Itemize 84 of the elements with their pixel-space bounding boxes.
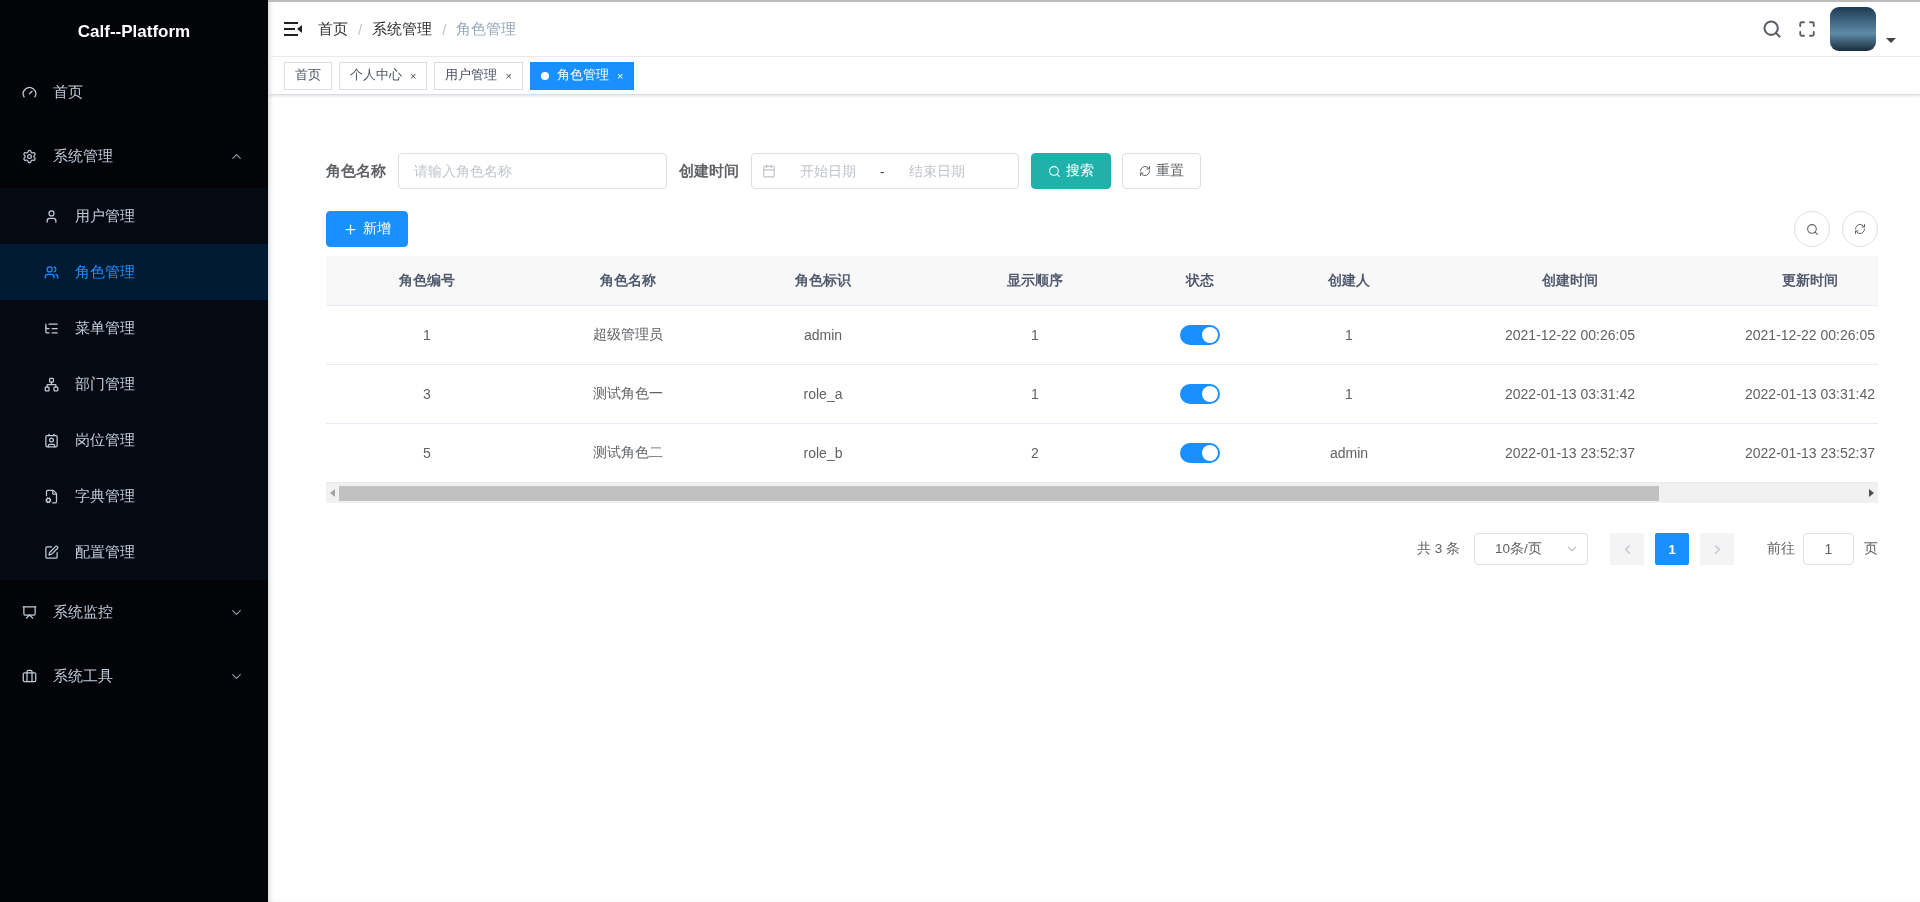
table-cell: 1 [1248, 365, 1450, 424]
active-dot-icon [540, 71, 549, 80]
table-cell: 2022-01-13 03:31:42 [1690, 365, 1878, 424]
breadcrumb-item: 角色管理 [456, 19, 517, 39]
sidebar-subitem[interactable]: 角色管理 [0, 244, 268, 300]
search-icon[interactable] [1762, 19, 1782, 39]
fullscreen-icon[interactable] [1798, 20, 1816, 38]
sidebar-item-icon [44, 432, 59, 448]
menu-icon[interactable] [284, 21, 302, 37]
field-label: 创建时间 [679, 161, 739, 181]
sidebar-item-icon [44, 544, 59, 560]
range-separator: - [880, 163, 885, 179]
search-icon [1048, 164, 1061, 178]
field-label: 角色名称 [326, 161, 386, 181]
refresh-icon [1854, 223, 1866, 235]
sidebar-item-icon [44, 376, 59, 392]
refresh-button[interactable] [1842, 211, 1878, 247]
calendar-icon [762, 164, 776, 178]
sidebar-subitem[interactable]: 菜单管理 [0, 300, 268, 356]
status-switch[interactable] [1180, 325, 1220, 345]
column-header: 状态 [1152, 256, 1248, 306]
column-header: 创建时间 [1450, 256, 1690, 306]
breadcrumb-separator: / [442, 20, 447, 38]
sidebar-item-icon [44, 208, 59, 224]
sidebar-item-icon [44, 264, 59, 280]
page-suffix: 页 [1864, 540, 1878, 558]
horizontal-scrollbar[interactable] [326, 483, 1878, 503]
table-cell: 测试角色一 [528, 365, 728, 424]
sidebar-item-icon [22, 84, 37, 100]
table-cell: 1 [918, 306, 1152, 365]
tab[interactable]: 用户管理 × [434, 61, 523, 90]
sidebar-item[interactable]: 系统工具 [0, 644, 268, 708]
table-cell: 1 [1248, 306, 1450, 365]
breadcrumb-separator: / [358, 20, 363, 38]
table-cell: 超级管理员 [528, 306, 728, 365]
role-name-input[interactable]: 请输入角色名称 [398, 153, 667, 189]
column-header: 角色标识 [728, 256, 918, 306]
reset-button[interactable]: 重置 [1122, 153, 1201, 189]
search-toggle-button[interactable] [1794, 211, 1830, 247]
breadcrumb-item[interactable]: 首页 [318, 19, 348, 39]
goto-label: 前往 [1767, 540, 1795, 558]
status-switch[interactable] [1180, 384, 1220, 404]
plus-icon [343, 221, 358, 237]
sidebar-item-icon [22, 604, 37, 620]
column-header: 显示顺序 [918, 256, 1152, 306]
avatar-image-placeholder[interactable] [1830, 7, 1876, 51]
page-size-select[interactable]: 10条/页 [1474, 533, 1588, 565]
column-header: 更新时间 [1690, 256, 1878, 306]
close-icon[interactable]: × [505, 69, 512, 82]
status-switch[interactable] [1180, 443, 1220, 463]
sidebar-subitem[interactable]: 字典管理 [0, 468, 268, 524]
sidebar-item-icon [44, 320, 59, 336]
column-header: 角色编号 [326, 256, 528, 306]
table-cell: admin [728, 306, 918, 365]
table-cell: 1 [918, 365, 1152, 424]
sidebar-subitem[interactable]: 配置管理 [0, 524, 268, 580]
refresh-icon [1139, 165, 1151, 177]
tab[interactable]: 个人中心 × [339, 61, 428, 90]
date-range-input[interactable]: 开始日期 - 结束日期 [751, 153, 1019, 189]
column-header: 创建人 [1248, 256, 1450, 306]
sidebar-item-icon [22, 148, 37, 164]
breadcrumb-item[interactable]: 系统管理 [372, 19, 433, 39]
sidebar-item-icon [22, 668, 37, 684]
sidebar-subitem[interactable]: 部门管理 [0, 356, 268, 412]
table-cell: 2021-12-22 00:26:05 [1450, 306, 1690, 365]
total-count: 共 3 条 [1417, 540, 1460, 558]
table-cell: 2022-01-13 03:31:42 [1450, 365, 1690, 424]
close-icon[interactable]: × [410, 69, 417, 82]
table-cell: 2021-12-22 00:26:05 [1690, 306, 1878, 365]
tab[interactable]: 首页 [284, 61, 332, 90]
search-icon [1805, 222, 1819, 236]
table-cell: 1 [326, 306, 528, 365]
column-header: 角色名称 [528, 256, 728, 306]
table-cell: 3 [326, 365, 528, 424]
sidebar-subitem[interactable]: 用户管理 [0, 188, 268, 244]
app-logo: Calf--Platform [76, 21, 192, 43]
sidebar-item[interactable]: 系统监控 [0, 580, 268, 644]
sidebar-item[interactable]: 首页 [0, 60, 268, 124]
table-cell: role_a [728, 365, 918, 424]
sidebar-subitem[interactable]: 岗位管理 [0, 412, 268, 468]
sidebar-item-icon [44, 488, 59, 504]
caret-icon[interactable] [1886, 37, 1896, 43]
sidebar-item[interactable]: 系统管理 [0, 124, 268, 188]
goto-page-input[interactable]: 1 [1803, 533, 1854, 565]
